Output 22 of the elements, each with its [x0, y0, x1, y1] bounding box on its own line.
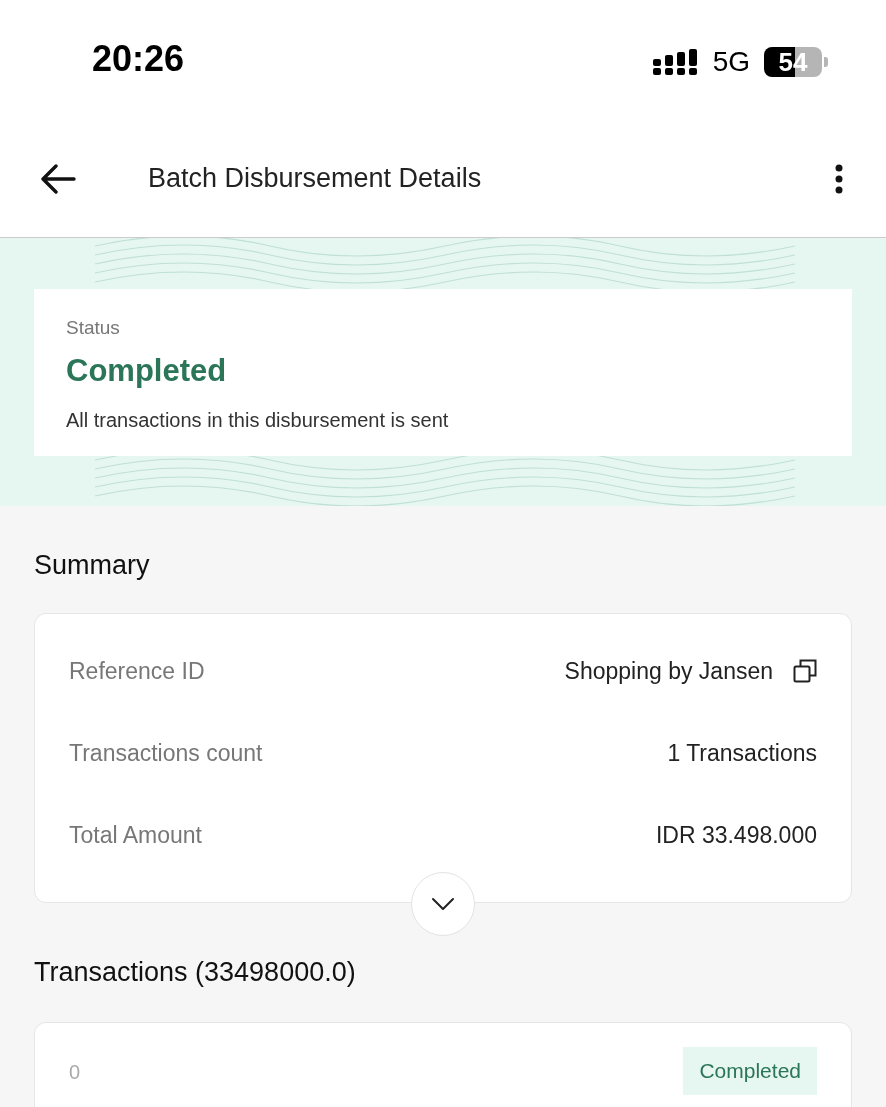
- status-badge: Completed: [683, 1047, 817, 1095]
- status-description: All transactions in this disbursement is sent: [66, 408, 450, 432]
- copy-icon[interactable]: [793, 659, 817, 683]
- page-title: Batch Disbursement Details: [148, 163, 483, 194]
- summary-label: Total Amount: [69, 821, 202, 849]
- summary-value: 1 Transactions: [667, 739, 817, 767]
- chevron-icon: [431, 897, 455, 911]
- status-value: Completed: [66, 352, 228, 389]
- transaction-id: 0: [69, 1061, 81, 1084]
- summary-label: Reference ID: [69, 657, 205, 685]
- back-arrow-icon[interactable]: [40, 163, 76, 194]
- status-time: 20:26: [92, 38, 185, 80]
- transaction-card[interactable]: 0 Completed: [34, 1022, 852, 1107]
- network-label: 5G: [712, 46, 750, 78]
- summary-label: Transactions count: [69, 739, 263, 767]
- section-heading: Summary: [34, 550, 151, 581]
- signal-icon: [652, 49, 699, 75]
- section-heading: Transactions (33498000.0): [34, 957, 357, 988]
- more-options-icon[interactable]: [834, 163, 844, 194]
- summary-value: IDR 33.498.000: [655, 821, 817, 849]
- status-label: Status: [66, 316, 121, 339]
- summary-value: Shopping by Jansen: [564, 657, 773, 685]
